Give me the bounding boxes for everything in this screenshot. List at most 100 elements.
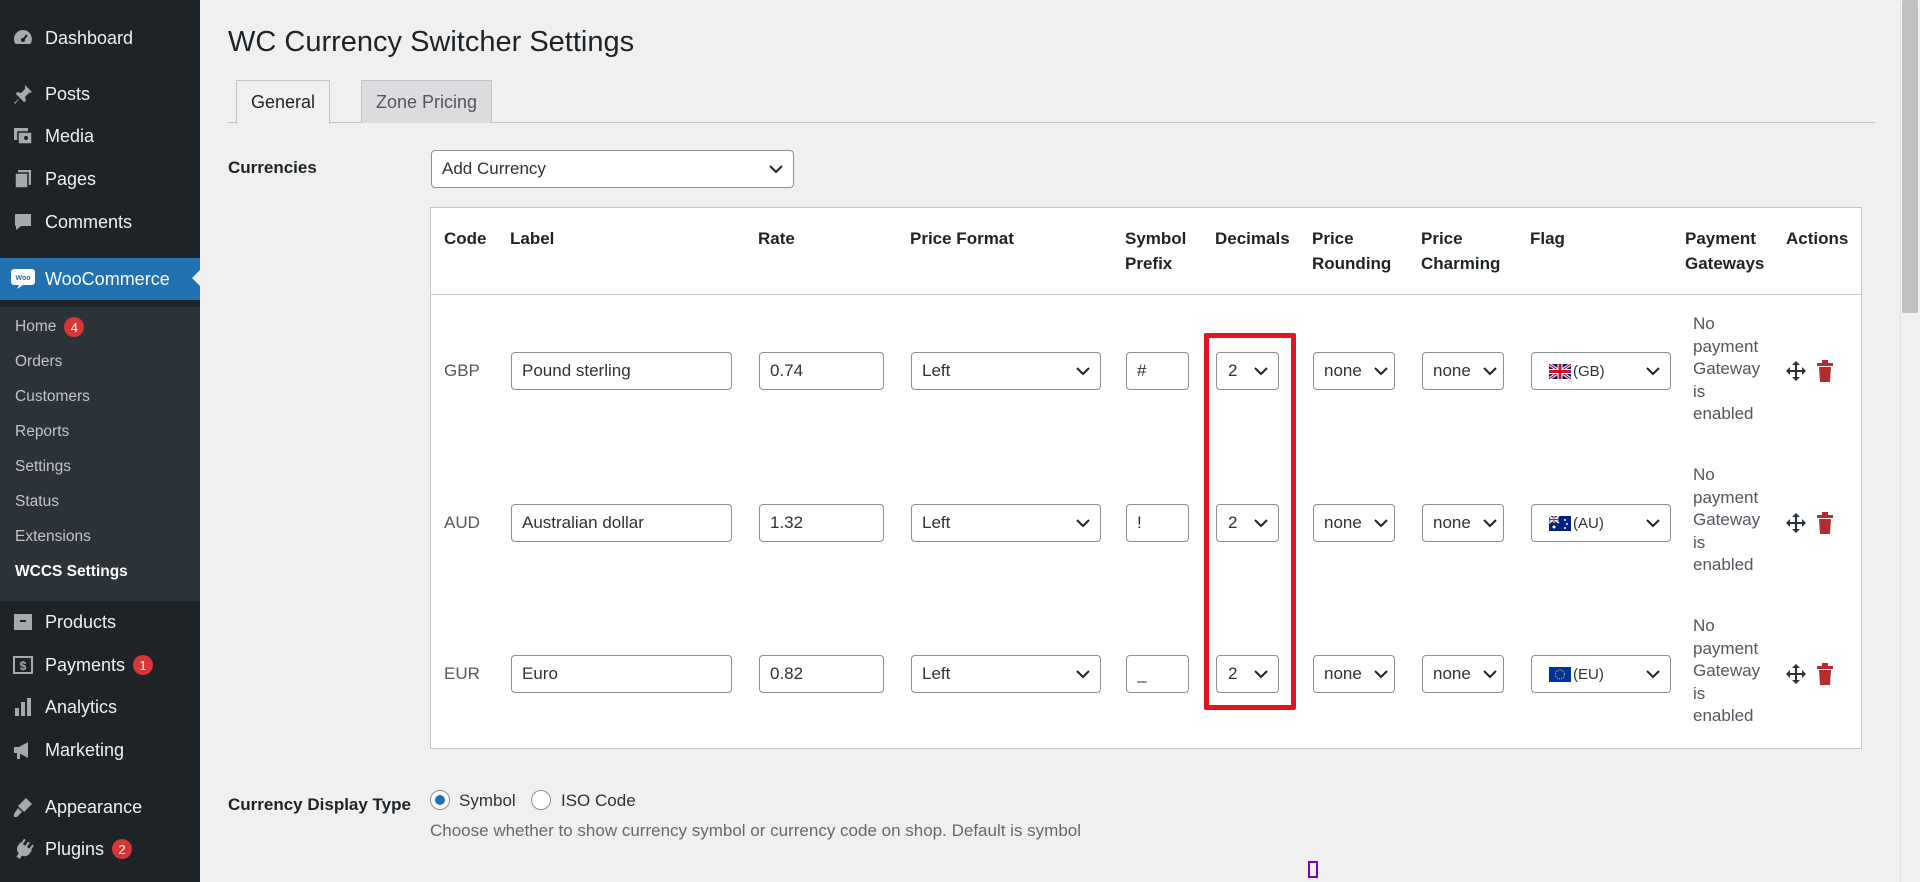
chevron-down-icon xyxy=(769,164,783,174)
submenu-item-settings[interactable]: Settings xyxy=(15,456,71,478)
column-header-rate: Rate xyxy=(758,229,795,248)
woocommerce-submenu: Home 4 Orders Customers Reports Settings… xyxy=(0,307,200,601)
move-icon[interactable] xyxy=(1785,663,1807,685)
scrollbar-thumb[interactable] xyxy=(1902,0,1918,313)
submenu-item-status[interactable]: Status xyxy=(15,491,59,513)
price-format-select[interactable]: Left xyxy=(911,504,1101,542)
submenu-item-extensions[interactable]: Extensions xyxy=(15,526,91,548)
svg-text:$: $ xyxy=(20,659,27,673)
chevron-down-icon xyxy=(1646,366,1660,376)
currencies-table: Code Label Rate Price Format Symbol Prefi… xyxy=(430,207,1862,749)
flag-select[interactable]: (GB) xyxy=(1531,352,1671,390)
submenu-item-reports[interactable]: Reports xyxy=(15,421,69,443)
menu-item-payments[interactable]: $ Payments 1 xyxy=(0,645,200,685)
flag-code: (GB) xyxy=(1573,362,1605,380)
price-charming-select[interactable]: none xyxy=(1422,504,1504,542)
menu-item-woocommerce[interactable]: Woo WooCommerce xyxy=(0,258,200,300)
menu-label: Dashboard xyxy=(45,27,134,48)
currency-rate-input[interactable] xyxy=(759,352,884,390)
menu-item-comments[interactable]: Comments xyxy=(0,202,200,242)
gateway-status: No payment Gateway is enabled xyxy=(1693,314,1761,423)
column-header-symbol-prefix: Symbol Prefix xyxy=(1125,229,1187,273)
currency-code: EUR xyxy=(444,664,480,683)
delete-icon[interactable] xyxy=(1816,663,1834,685)
symbol-prefix-input[interactable] xyxy=(1126,504,1189,542)
media-icon xyxy=(11,124,35,148)
uk-flag-icon xyxy=(1549,363,1571,379)
table-header: Code Label Rate Price Format Symbol Prefi… xyxy=(431,208,1861,295)
au-flag-icon xyxy=(1549,515,1571,531)
menu-label: Pages xyxy=(45,168,97,189)
currency-label-input[interactable] xyxy=(511,655,732,693)
price-rounding-select[interactable]: none xyxy=(1313,504,1395,542)
currency-label-input[interactable] xyxy=(511,352,732,390)
radio-symbol[interactable] xyxy=(430,790,450,810)
move-icon[interactable] xyxy=(1785,512,1807,534)
chevron-down-icon xyxy=(1076,518,1090,528)
menu-item-plugins[interactable]: Plugins 2 xyxy=(0,829,200,869)
currency-label-input[interactable] xyxy=(511,504,732,542)
submenu-item-wccs-settings[interactable]: WCCS Settings xyxy=(15,561,128,583)
tab-zone-pricing[interactable]: Zone Pricing xyxy=(361,80,493,123)
comments-icon xyxy=(11,210,35,234)
price-format-select[interactable]: Left xyxy=(911,352,1101,390)
menu-label: Analytics xyxy=(45,696,118,717)
chevron-down-icon xyxy=(1374,366,1388,376)
menu-item-marketing[interactable]: Marketing xyxy=(0,730,200,770)
flag-select[interactable]: (EU) xyxy=(1531,655,1671,693)
menu-item-media[interactable]: Media xyxy=(0,116,200,156)
submenu-label: Reports xyxy=(15,423,70,440)
text-cursor-icon xyxy=(1308,861,1318,878)
flag-select[interactable]: (AU) xyxy=(1531,504,1671,542)
symbol-prefix-input[interactable] xyxy=(1126,655,1189,693)
select-value: none xyxy=(1433,664,1471,683)
menu-label: Comments xyxy=(45,211,133,232)
radio-iso-code[interactable] xyxy=(531,790,551,810)
menu-item-pages[interactable]: Pages xyxy=(0,159,200,199)
woocommerce-icon: Woo xyxy=(11,267,35,291)
submenu-item-customers[interactable]: Customers xyxy=(15,386,90,408)
price-format-select[interactable]: Left xyxy=(911,655,1101,693)
symbol-prefix-input[interactable] xyxy=(1126,352,1189,390)
flag-code: (EU) xyxy=(1573,665,1604,683)
submenu-label: Home xyxy=(15,318,57,335)
menu-label: Payments xyxy=(45,654,126,675)
move-icon[interactable] xyxy=(1785,360,1807,382)
highlight-annotation xyxy=(1204,333,1296,710)
flag-code: (AU) xyxy=(1573,514,1604,532)
submenu-item-orders[interactable]: Orders xyxy=(15,351,62,373)
submenu-label: Orders xyxy=(15,353,63,370)
menu-label: Appearance xyxy=(45,796,143,817)
display-type-label: Currency Display Type xyxy=(228,795,411,814)
select-value: none xyxy=(1324,664,1362,683)
payments-icon: $ xyxy=(11,653,35,677)
page-title: WC Currency Switcher Settings xyxy=(228,26,635,58)
delete-icon[interactable] xyxy=(1816,512,1834,534)
price-charming-select[interactable]: none xyxy=(1422,655,1504,693)
menu-item-analytics[interactable]: Analytics xyxy=(0,687,200,727)
dashboard-icon xyxy=(11,26,35,50)
currency-code: AUD xyxy=(444,513,480,532)
submenu-label: Status xyxy=(15,493,59,510)
add-currency-select[interactable]: Add Currency xyxy=(431,150,794,188)
menu-item-appearance[interactable]: Appearance xyxy=(0,787,200,827)
main-content: WC Currency Switcher Settings General Zo… xyxy=(200,0,1900,882)
price-rounding-select[interactable]: none xyxy=(1313,655,1395,693)
select-value: Left xyxy=(922,513,951,532)
menu-item-products[interactable]: Products xyxy=(0,602,200,642)
menu-item-dashboard[interactable]: Dashboard xyxy=(0,18,200,58)
eu-flag-icon xyxy=(1549,666,1571,682)
price-rounding-select[interactable]: none xyxy=(1313,352,1395,390)
menu-item-posts[interactable]: Posts xyxy=(0,74,200,114)
submenu-item-home[interactable]: Home 4 xyxy=(15,316,85,338)
currency-rate-input[interactable] xyxy=(759,655,884,693)
tab-label: Zone Pricing xyxy=(376,91,478,112)
select-value: Add Currency xyxy=(442,159,546,178)
currency-rate-input[interactable] xyxy=(759,504,884,542)
price-charming-select[interactable]: none xyxy=(1422,352,1504,390)
currencies-label: Currencies xyxy=(228,158,317,177)
tab-general[interactable]: General xyxy=(236,80,331,124)
delete-icon[interactable] xyxy=(1816,360,1834,382)
submenu-label: Customers xyxy=(15,388,90,405)
radio-label-symbol: Symbol xyxy=(459,791,516,810)
